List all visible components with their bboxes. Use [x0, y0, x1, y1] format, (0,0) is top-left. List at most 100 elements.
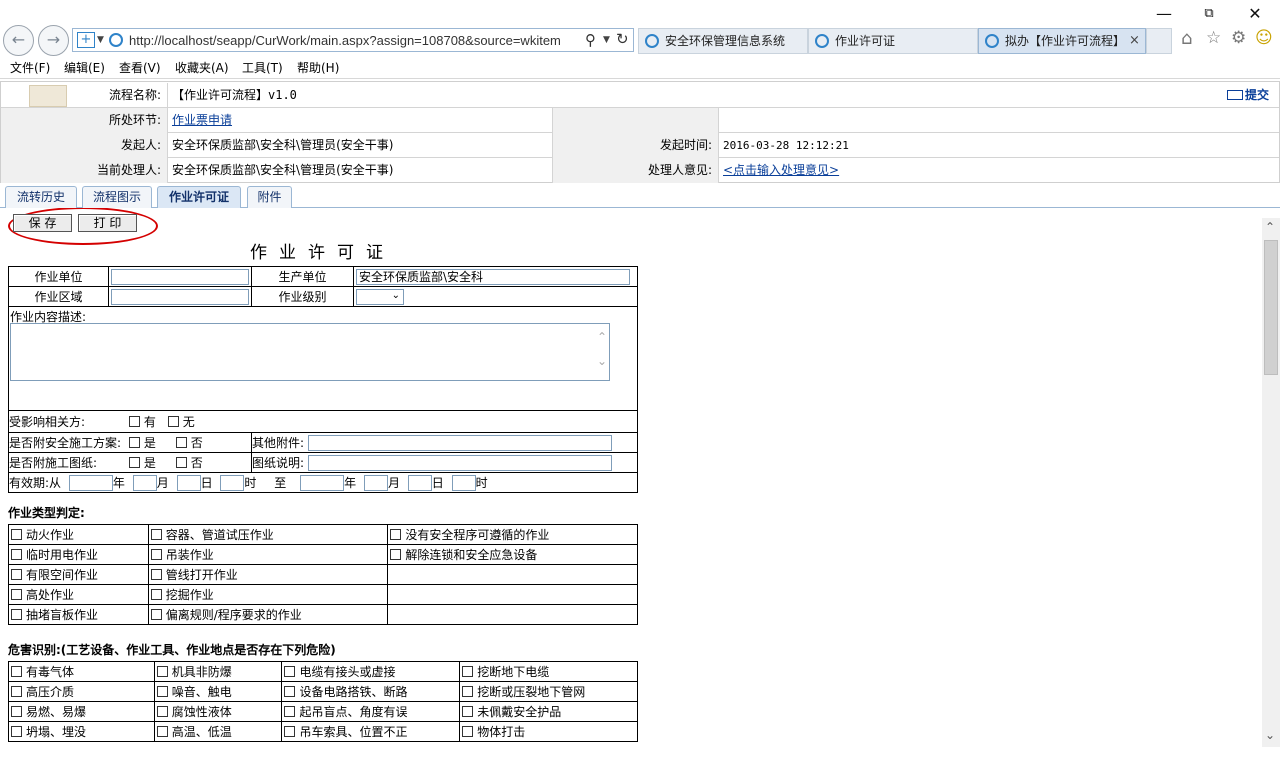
work-type-checkbox[interactable]: [11, 609, 22, 620]
tab-work-permit[interactable]: 作业许可证: [157, 186, 241, 208]
hazard-checkbox[interactable]: [462, 666, 474, 677]
drawing-no-checkbox[interactable]: [175, 457, 187, 468]
affected-yes-checkbox[interactable]: [128, 416, 140, 427]
address-bar[interactable]: + ▼ http://localhost/seapp/CurWork/main.…: [72, 28, 634, 52]
hazard-label: 挖断地下电缆: [477, 665, 550, 679]
menu-favorites[interactable]: 收藏夹(A): [175, 59, 229, 76]
address-url[interactable]: http://localhost/seapp/CurWork/main.aspx…: [129, 33, 561, 48]
work-type-checkbox[interactable]: [390, 529, 402, 540]
scroll-up-icon[interactable]: ⌃: [597, 330, 607, 344]
hazard-checkbox[interactable]: [462, 726, 474, 737]
step-link[interactable]: 作业票申请: [172, 113, 232, 127]
hazard-checkbox[interactable]: [11, 666, 22, 677]
work-type-checkbox[interactable]: [11, 549, 22, 560]
close-tab-icon[interactable]: ×: [1129, 29, 1140, 53]
menu-view[interactable]: 查看(V): [119, 59, 161, 76]
hazard-checkbox[interactable]: [284, 666, 296, 677]
search-icon[interactable]: ⚲: [585, 31, 596, 49]
menu-tools[interactable]: 工具(T): [242, 59, 283, 76]
save-button[interactable]: 保 存: [13, 214, 72, 232]
work-area-input[interactable]: [111, 288, 249, 305]
scroll-down-arrow-icon[interactable]: ⌄: [1265, 728, 1275, 742]
hazard-checkbox[interactable]: [156, 686, 168, 697]
gear-icon[interactable]: ⚙: [1231, 28, 1246, 48]
from-month-input[interactable]: [132, 475, 157, 492]
scroll-down-icon[interactable]: ⌄: [597, 354, 607, 368]
hazard-checkbox[interactable]: [462, 686, 474, 697]
work-type-checkbox[interactable]: [11, 529, 22, 540]
work-type-checkbox[interactable]: [150, 609, 162, 620]
work-type-cell: 管线打开作业: [147, 564, 389, 585]
favorites-star-icon[interactable]: ☆: [1206, 28, 1221, 48]
to-month-input[interactable]: [363, 475, 388, 492]
browser-tab-1[interactable]: 安全环保管理信息系统: [638, 28, 808, 54]
from-day-input[interactable]: [176, 475, 201, 492]
affected-no-label: 无: [182, 415, 195, 429]
work-type-checkbox[interactable]: [150, 529, 162, 540]
vertical-scrollbar[interactable]: ⌃ ⌄: [1262, 218, 1280, 747]
dropdown-arrow-icon[interactable]: ▼: [97, 35, 104, 45]
forward-button[interactable]: →: [38, 25, 69, 56]
from-year-input[interactable]: [68, 475, 113, 492]
from-hour-input[interactable]: [220, 475, 245, 492]
back-button[interactable]: ←: [3, 25, 34, 56]
to-day-input[interactable]: [407, 475, 432, 492]
chevron-down-icon: ⌄: [391, 289, 400, 301]
hazard-checkbox[interactable]: [11, 686, 22, 697]
hazard-checkbox[interactable]: [156, 706, 168, 717]
search-dropdown-icon[interactable]: ▼: [603, 35, 610, 45]
hazard-checkbox[interactable]: [11, 726, 22, 737]
work-level-select[interactable]: ⌄: [356, 288, 404, 305]
menu-help[interactable]: 帮助(H): [297, 59, 339, 76]
compat-view-icon[interactable]: +: [77, 32, 95, 48]
scrollbar-thumb[interactable]: [1264, 240, 1278, 375]
menu-file[interactable]: 文件(F): [10, 59, 50, 76]
close-window-icon[interactable]: ✕: [1245, 4, 1265, 23]
work-type-label: 解除连锁和安全应急设备: [405, 548, 538, 562]
smiley-feedback-icon[interactable]: ☺: [1255, 28, 1273, 48]
work-type-label: 抽堵盲板作业: [26, 608, 99, 622]
print-button[interactable]: 打 印: [78, 214, 137, 232]
tab-attachments[interactable]: 附件: [247, 186, 292, 208]
hazard-checkbox[interactable]: [156, 666, 168, 677]
affected-no-checkbox[interactable]: [167, 416, 179, 427]
new-tab-button[interactable]: [1146, 28, 1172, 54]
other-attach-input[interactable]: [307, 435, 612, 452]
menu-edit[interactable]: 编辑(E): [64, 59, 105, 76]
opinion-link[interactable]: <点击输入处理意见>: [723, 163, 839, 177]
hazard-checkbox[interactable]: [462, 706, 474, 717]
hazard-label: 电缆有接头或虚接: [299, 665, 396, 679]
browser-tab-3[interactable]: 拟办【作业许可流程】 ×: [978, 28, 1146, 54]
work-type-checkbox[interactable]: [150, 589, 162, 600]
work-type-checkbox[interactable]: [150, 549, 162, 560]
work-unit-input[interactable]: [111, 268, 249, 285]
affected-yes-label: 有: [143, 415, 156, 429]
to-hour-input[interactable]: [451, 475, 476, 492]
restore-icon[interactable]: ⧉: [1199, 6, 1219, 21]
drawing-yes-checkbox[interactable]: [128, 457, 140, 468]
hazard-checkbox[interactable]: [284, 706, 296, 717]
scroll-up-arrow-icon[interactable]: ⌃: [1265, 220, 1275, 234]
work-type-checkbox[interactable]: [150, 569, 162, 580]
plan-no-checkbox[interactable]: [175, 437, 187, 448]
minimize-icon[interactable]: —: [1154, 4, 1174, 23]
browser-tab-2[interactable]: 作业许可证: [808, 28, 978, 54]
tab-history[interactable]: 流转历史: [5, 186, 77, 208]
submit-button[interactable]: 提交: [1227, 83, 1279, 108]
hazard-checkbox[interactable]: [284, 686, 296, 697]
description-textarea[interactable]: ⌃ ⌄: [10, 323, 610, 381]
work-type-checkbox[interactable]: [390, 549, 402, 560]
refresh-icon[interactable]: ↻: [616, 30, 629, 48]
plan-yes-checkbox[interactable]: [128, 437, 140, 448]
tab-flowchart[interactable]: 流程图示: [82, 186, 152, 208]
work-type-checkbox[interactable]: [11, 569, 22, 580]
work-type-cell: 挖掘作业: [147, 584, 389, 605]
prod-unit-input[interactable]: 安全环保质监部\安全科: [356, 268, 630, 285]
home-icon[interactable]: ⌂: [1181, 28, 1192, 49]
work-type-checkbox[interactable]: [11, 589, 22, 600]
hazard-checkbox[interactable]: [11, 706, 22, 717]
hazard-checkbox[interactable]: [156, 726, 168, 737]
hazard-checkbox[interactable]: [284, 726, 296, 737]
drawing-desc-input[interactable]: [307, 455, 612, 472]
to-year-input[interactable]: [300, 475, 345, 492]
